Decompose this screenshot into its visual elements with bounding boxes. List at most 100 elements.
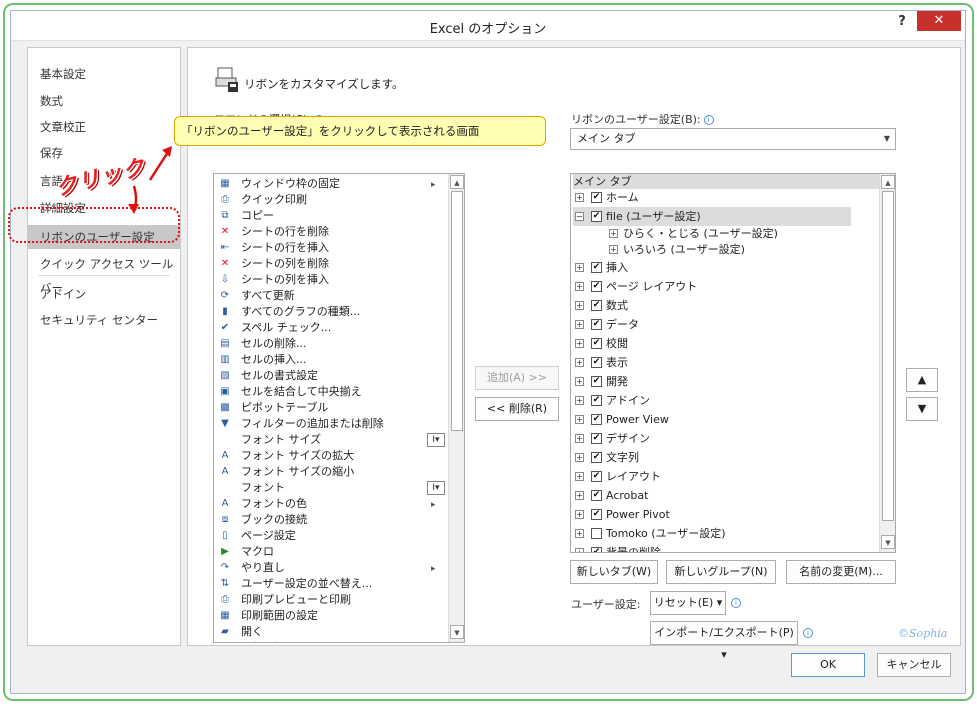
scroll-down-icon[interactable]: ▼ [881,535,895,549]
checkbox-checked-icon[interactable]: ✔ [591,376,602,387]
command-item[interactable]: ▧ セルの書式設定 [214,368,446,384]
ribbon-tree-item[interactable]: + ✔ 校閲 [573,334,873,353]
checkbox-checked-icon[interactable]: ✔ [591,509,602,520]
checkbox-checked-icon[interactable]: ✔ [591,490,602,501]
import-export-button[interactable]: インポート/エクスポート(P) ▾ [650,621,798,661]
cancel-button[interactable]: キャンセル [877,653,951,677]
ribbon-tree-item[interactable]: + ✔ 表示 [573,353,873,372]
ribbon-tree-item[interactable]: + ✔ レイアウト [573,467,873,486]
nav-item[interactable]: 基本設定 [28,62,180,86]
expand-icon[interactable]: + [575,282,584,291]
expand-icon[interactable]: + [575,263,584,272]
command-item[interactable]: A フォント サイズの縮小 [214,464,446,480]
scroll-thumb[interactable] [451,191,463,431]
command-item[interactable]: ✔ スペル チェック... [214,320,446,336]
collapse-icon[interactable]: − [575,212,584,221]
ribbon-tree-item[interactable]: + ✔ 挿入 [573,258,873,277]
command-item[interactable]: ⇅ ユーザー設定の並べ替え... [214,576,446,592]
command-item[interactable]: ▶ マクロ [214,544,446,560]
add-button[interactable]: 追加(A) >> [475,366,559,390]
command-item[interactable]: ⎙ 印刷プレビューと印刷 [214,592,446,608]
checkbox-unchecked-icon[interactable] [591,528,602,539]
ribbon-tree-item[interactable]: + ✔ 開発 [573,372,873,391]
checkbox-checked-icon[interactable]: ✔ [591,452,602,463]
ok-button[interactable]: OK [791,653,865,677]
checkbox-checked-icon[interactable]: ✔ [591,395,602,406]
command-item[interactable]: フォント サイズ I▾ [214,432,446,448]
ribbon-tree-item[interactable]: + ✔ 文字列 [573,448,873,467]
ribbon-tree-item[interactable]: + ✔ ホーム [573,188,873,207]
nav-item[interactable]: 数式 [28,89,180,113]
command-item[interactable]: ▥ セルの挿入... [214,352,446,368]
ribbon-tree-item[interactable]: − ✔ file (ユーザー設定) [573,207,851,226]
new-group-button[interactable]: 新しいグループ(N) [666,560,776,584]
expand-icon[interactable]: + [575,529,584,538]
command-item[interactable]: ▮ すべてのグラフの種類... [214,304,446,320]
nav-item[interactable]: 文章校正 [28,115,180,139]
command-item[interactable]: A フォントの色 ▸ [214,496,446,512]
command-item[interactable]: ⧉ コピー [214,208,446,224]
commands-list[interactable]: ▦ ウィンドウ枠の固定 ▸ ⎙ クイック印刷 ⧉ コピー ✕ シートの行を削除 ⇤ シートの行を挿入… [213,173,465,643]
command-item[interactable]: ⇩ シートの列を挿入 [214,272,446,288]
checkbox-checked-icon[interactable]: ✔ [591,414,602,425]
command-item[interactable]: ⧈ ブックの接続 [214,512,446,528]
nav-item[interactable]: セキュリティ センター [28,308,180,332]
ribbon-tree-item[interactable]: + ✔ 数式 [573,296,873,315]
expand-icon[interactable]: + [575,377,584,386]
checkbox-checked-icon[interactable]: ✔ [591,262,602,273]
expand-icon[interactable]: + [609,229,618,238]
command-item[interactable]: ↷ やり直し ▸ [214,560,446,576]
expand-icon[interactable]: + [575,396,584,405]
checkbox-checked-icon[interactable]: ✔ [591,547,602,552]
ribbon-combo[interactable]: メイン タブ ▼ [570,128,896,150]
expand-icon[interactable]: + [575,301,584,310]
nav-item[interactable]: クイック アクセス ツール バー [28,252,180,295]
command-item[interactable]: ⇤ シートの行を挿入 [214,240,446,256]
new-tab-button[interactable]: 新しいタブ(W) [570,560,658,584]
ribbon-tree-item[interactable]: + ✔ デザイン [573,429,873,448]
reset-button[interactable]: リセット(E) ▾ [650,591,726,615]
expand-icon[interactable]: + [575,472,584,481]
ribbon-tree-item[interactable]: + ひらく・とじる (ユーザー設定) [573,226,873,242]
expand-icon[interactable]: + [575,320,584,329]
ribbon-tree-item[interactable]: + Tomoko (ユーザー設定) [573,524,873,543]
remove-button[interactable]: << 削除(R) [475,397,559,421]
checkbox-checked-icon[interactable]: ✔ [591,357,602,368]
command-item[interactable]: ƒ 関数の挿入 [214,640,446,642]
scroll-up-icon[interactable]: ▲ [450,175,464,189]
command-item[interactable]: ▦ ウィンドウ枠の固定 ▸ [214,176,446,192]
expand-icon[interactable]: + [575,548,584,552]
ribbon-tree-item[interactable]: + ✔ アドイン [573,391,873,410]
expand-icon[interactable]: + [609,245,618,254]
ribbon-tree-item[interactable]: + いろいろ (ユーザー設定) [573,242,873,258]
expand-icon[interactable]: + [575,193,584,202]
ribbon-tree-item[interactable]: + ✔ Power Pivot [573,505,873,524]
commands-scrollbar[interactable]: ▲ ▼ [448,174,464,642]
checkbox-checked-icon[interactable]: ✔ [591,471,602,482]
expand-icon[interactable]: + [575,453,584,462]
checkbox-checked-icon[interactable]: ✔ [591,211,602,222]
command-item[interactable]: ⟳ すべて更新 [214,288,446,304]
command-item[interactable]: ▦ 印刷範囲の設定 [214,608,446,624]
command-item[interactable]: ▯ ページ設定 [214,528,446,544]
move-down-button[interactable]: ▼ [906,397,938,421]
checkbox-checked-icon[interactable]: ✔ [591,338,602,349]
nav-item[interactable]: アドイン [28,282,180,306]
ribbon-tree[interactable]: メイン タブ + ✔ ホーム − ✔ file (ユーザー設定) + ひらく・とじる (ユーザ… [570,173,896,553]
ribbon-tree-item[interactable]: + ✔ Power View [573,410,873,429]
checkbox-checked-icon[interactable]: ✔ [591,319,602,330]
ribbon-tree-item[interactable]: + ✔ ページ レイアウト [573,277,873,296]
expand-icon[interactable]: + [575,510,584,519]
move-up-button[interactable]: ▲ [906,368,938,392]
close-button[interactable]: ✕ [917,11,961,31]
expand-icon[interactable]: + [575,358,584,367]
help-button[interactable]: ? [891,14,913,34]
expand-icon[interactable]: + [575,491,584,500]
command-item[interactable]: ✕ シートの行を削除 [214,224,446,240]
expand-icon[interactable]: + [575,415,584,424]
rename-button[interactable]: 名前の変更(M)... [786,560,896,584]
command-item[interactable]: ▼ フィルターの追加または削除 [214,416,446,432]
expand-icon[interactable]: + [575,339,584,348]
checkbox-checked-icon[interactable]: ✔ [591,281,602,292]
command-item[interactable]: ▤ セルの削除... [214,336,446,352]
